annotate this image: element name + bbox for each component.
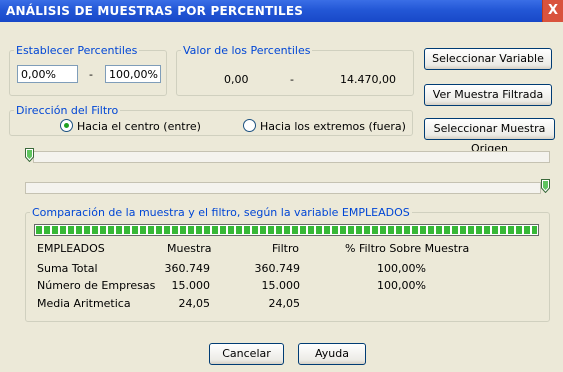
cell-numero-filtro: 15.000 xyxy=(261,279,301,292)
percentile-low-input[interactable]: 0,00% xyxy=(17,65,78,83)
column-header-variable: EMPLEADOS xyxy=(37,242,105,255)
comparison-progress-bar xyxy=(34,224,539,236)
values-group-label: Valor de los Percentiles xyxy=(183,44,311,57)
cell-numero-percent: 100,00% xyxy=(377,279,426,292)
radio-center-option[interactable]: Hacia el centro (entre) xyxy=(60,119,201,133)
radio-extremes-label: Hacia los extremos (fuera) xyxy=(260,120,406,133)
select-variable-button[interactable]: Seleccionar Variable xyxy=(424,48,552,70)
cell-media-filtro: 24,05 xyxy=(268,297,301,310)
values-group: Valor de los Percentiles xyxy=(176,44,414,96)
comparison-progress-fill xyxy=(36,226,537,234)
low-percentile-slider-track[interactable] xyxy=(33,151,550,163)
cell-numero-muestra: 15.000 xyxy=(171,279,211,292)
radio-center-button[interactable] xyxy=(60,119,73,132)
column-header-muestra: Muestra xyxy=(167,242,212,255)
view-filtered-sample-button[interactable]: Ver Muestra Filtrada xyxy=(424,84,552,106)
row-label-suma-total: Suma Total xyxy=(37,262,98,275)
value-low: 0,00 xyxy=(224,73,249,86)
cancel-button[interactable]: Cancelar xyxy=(209,343,284,365)
help-button[interactable]: Ayuda xyxy=(298,343,366,365)
select-origin-sample-button[interactable]: Seleccionar Muestra Origen xyxy=(424,118,555,155)
high-percentile-slider-thumb[interactable] xyxy=(541,179,550,193)
radio-extremes-option[interactable]: Hacia los extremos (fuera) xyxy=(243,119,406,133)
window-title: ANÁLISIS DE MUESTRAS POR PERCENTILES xyxy=(6,4,304,18)
low-percentile-slider-thumb[interactable] xyxy=(25,148,34,162)
title-bar: ANÁLISIS DE MUESTRAS POR PERCENTILES X xyxy=(0,0,563,22)
percentile-high-input[interactable]: 100,00% xyxy=(105,65,161,83)
radio-extremes-button[interactable] xyxy=(243,119,256,132)
column-header-filtro: Filtro xyxy=(272,242,299,255)
cell-media-muestra: 24,05 xyxy=(178,297,211,310)
cell-suma-muestra: 360.749 xyxy=(164,262,211,275)
radio-center-label: Hacia el centro (entre) xyxy=(77,120,201,133)
high-percentile-slider-track[interactable] xyxy=(25,182,541,194)
row-label-media-aritmetica: Media Aritmetica xyxy=(37,297,131,310)
value-separator: - xyxy=(290,73,294,86)
cell-suma-filtro: 360.749 xyxy=(254,262,301,275)
percentile-separator: - xyxy=(89,68,93,81)
cell-suma-percent: 100,00% xyxy=(377,262,426,275)
close-button[interactable]: X xyxy=(542,0,563,22)
column-header-percent: % Filtro Sobre Muestra xyxy=(345,242,470,255)
direction-group-label: Dirección del Filtro xyxy=(16,104,119,117)
value-high: 14.470,00 xyxy=(340,73,396,86)
row-label-numero-empresas: Número de Empresas xyxy=(37,279,156,292)
comparison-group-label: Comparación de la muestra y el filtro, s… xyxy=(32,206,410,219)
percentiles-group-label: Establecer Percentiles xyxy=(16,44,138,57)
